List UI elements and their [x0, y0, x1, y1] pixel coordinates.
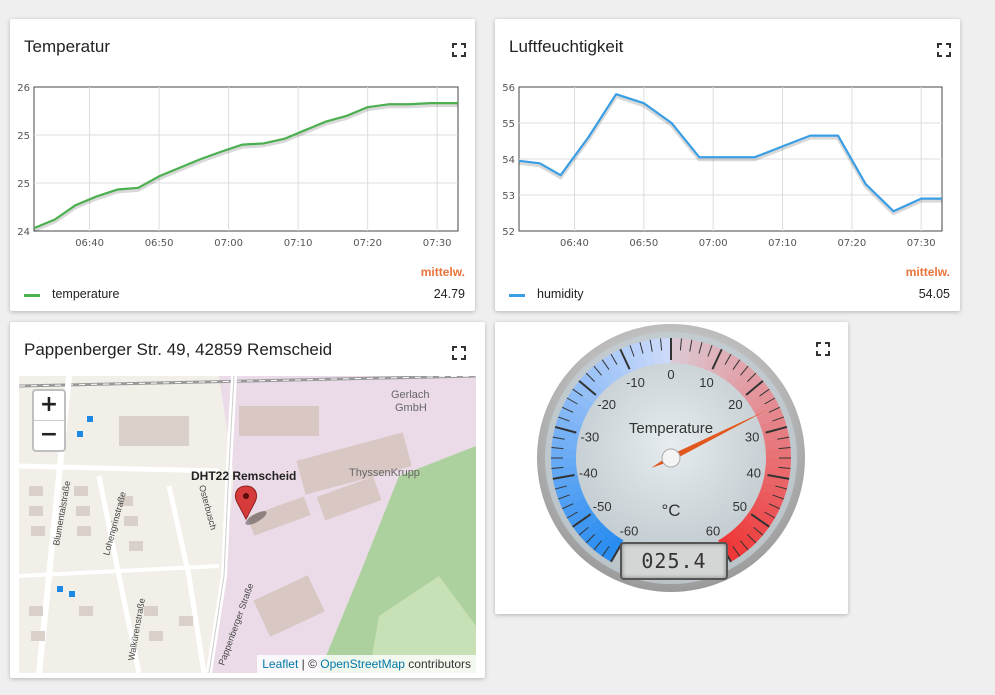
temperature-card: Temperatur 24 25 25 26 06:40 06:50 07:00 07:10 0…: [10, 19, 475, 311]
zoom-in-button[interactable]: +: [34, 391, 64, 421]
map-view[interactable]: Gerlach GmbH ThyssenKrupp DHT22 Remschei…: [19, 376, 476, 673]
y-tick-label: 26: [17, 83, 30, 94]
legend-swatch: [24, 294, 40, 297]
x-tick-label: 07:00: [214, 238, 243, 249]
gauge-tick-label: -30: [580, 429, 599, 444]
x-tick-label: 06:50: [629, 238, 658, 249]
map-attribution: Leaflet | © OpenStreetMap contributors: [257, 655, 476, 673]
legend-average-value: 54.05: [918, 287, 950, 301]
y-tick-label: 25: [17, 179, 30, 190]
gauge-tick-label: -10: [626, 375, 645, 390]
temperature-chart: 24 25 25 26 06:40 06:50 07:00 07:10 07:20 07:30: [17, 83, 459, 249]
gauge-tick-label: 0: [667, 367, 674, 382]
y-tick-label: 52: [502, 227, 515, 238]
average-label: mittelw.: [905, 265, 950, 279]
x-tick-label: 06:40: [75, 238, 104, 249]
average-label: mittelw.: [420, 265, 465, 279]
x-tick-label: 07:10: [284, 238, 313, 249]
legend: temperature 24.79: [24, 287, 465, 303]
x-tick-label: 06:50: [145, 238, 174, 249]
gauge-hub: [661, 448, 681, 468]
y-tick-label: 25: [17, 131, 30, 142]
x-tick-label: 07:20: [353, 238, 382, 249]
gauge-tick-label: -60: [620, 524, 639, 539]
legend-swatch: [509, 294, 525, 297]
map-label: Gerlach: [391, 389, 430, 401]
zoom-out-button[interactable]: −: [34, 421, 64, 450]
gauge-lcd-display: 025.4: [620, 542, 728, 580]
attribution-separator: | ©: [298, 657, 321, 671]
gauge-tick-label: -50: [593, 499, 612, 514]
legend-average-value: 24.79: [433, 287, 465, 301]
map-marker-label: DHT22 Remscheid: [191, 469, 296, 483]
x-tick-label: 07:20: [837, 238, 866, 249]
gauge-tick-label: 50: [733, 499, 747, 514]
gauge-unit: °C: [661, 501, 680, 520]
openstreetmap-link[interactable]: OpenStreetMap: [320, 657, 405, 671]
x-tick-label: 07:00: [699, 238, 728, 249]
x-tick-label: 07:30: [907, 238, 936, 249]
x-tick-label: 06:40: [560, 238, 589, 249]
gauge-tick-label: -20: [597, 397, 616, 412]
y-tick-label: 54: [502, 155, 515, 166]
gauge-tick-label: 60: [706, 524, 720, 539]
y-tick-label: 56: [502, 83, 515, 94]
map-label: ThyssenKrupp: [349, 467, 420, 479]
humidity-card: Luftfeuchtigkeit 52 53 54 55 56 06:40 06:50 07:…: [495, 19, 960, 311]
zoom-control: + −: [32, 389, 66, 452]
leaflet-link[interactable]: Leaflet: [262, 657, 298, 671]
y-tick-label: 53: [502, 191, 515, 202]
map-tiles: Gerlach GmbH ThyssenKrupp DHT22 Remschei…: [19, 376, 476, 673]
legend: humidity 54.05: [509, 287, 950, 303]
y-tick-label: 24: [17, 227, 30, 238]
x-tick-label: 07:30: [423, 238, 452, 249]
gauge-tick-label: -40: [579, 466, 598, 481]
legend-series-name: humidity: [537, 287, 584, 301]
map-title: Pappenberger Str. 49, 42859 Remscheid: [24, 340, 333, 359]
attribution-text: contributors: [404, 657, 471, 671]
gauge-tick-label: 20: [728, 397, 742, 412]
x-tick-label: 07:10: [768, 238, 797, 249]
humidity-chart: 52 53 54 55 56 06:40 06:50 07:00 07:10 07:20 07:30: [502, 83, 943, 249]
legend-series-name: temperature: [52, 287, 120, 301]
gauge-tick-label: 40: [746, 466, 760, 481]
fullscreen-icon[interactable]: [452, 346, 466, 360]
gauge-tick-label: 10: [699, 375, 713, 390]
gauge-title: Temperature: [629, 420, 713, 437]
map-label: GmbH: [395, 402, 427, 414]
map-card: Pappenberger Str. 49, 42859 Remscheid Ge…: [10, 322, 485, 678]
plot-area: [33, 86, 459, 232]
gauge-card: -60 -50 -40 -30 -20 -10 0 10 20 30 40 50 60 Temperatu…: [495, 322, 848, 614]
y-tick-label: 55: [502, 119, 515, 130]
gauge-tick-label: 30: [745, 429, 759, 444]
